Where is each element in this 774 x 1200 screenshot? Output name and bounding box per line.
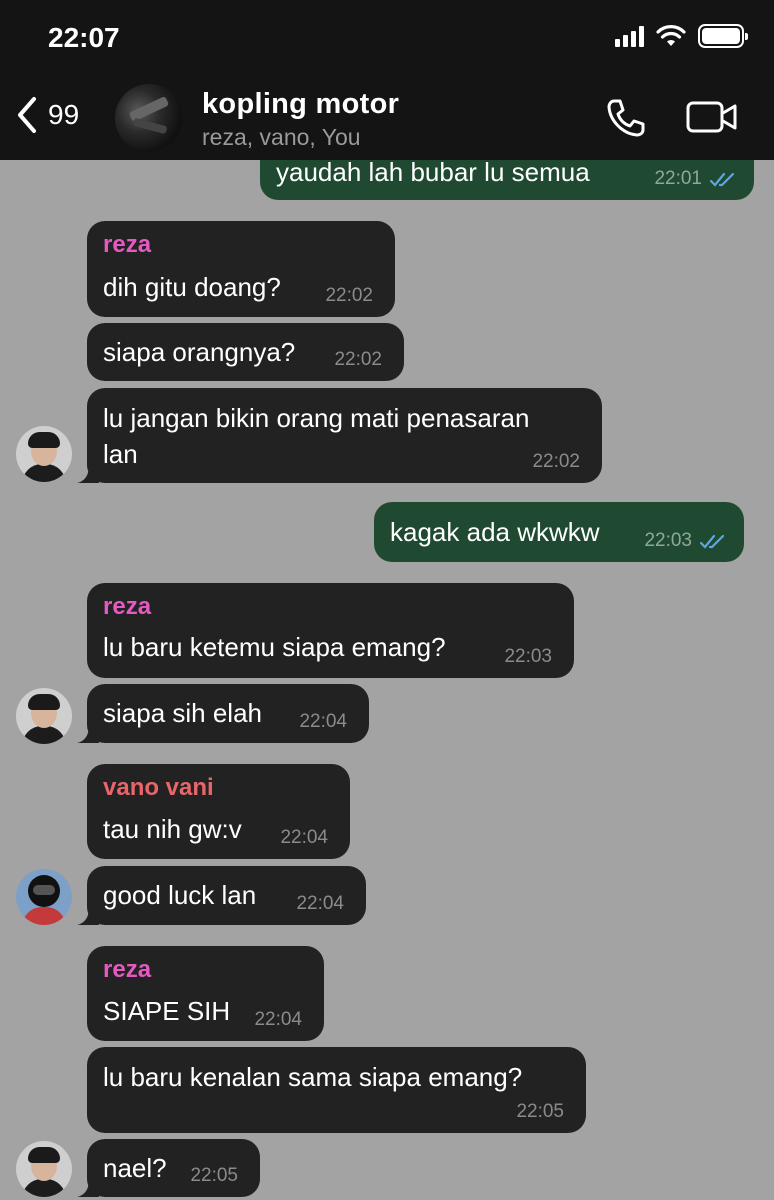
video-call-icon[interactable] [686,100,738,134]
battery-icon [698,24,748,48]
group-avatar[interactable] [115,84,183,152]
message-incoming[interactable]: lu jangan bikin orang mati penasaran lan… [77,388,602,483]
message-text: siapa orangnya? [103,337,296,367]
message-incoming[interactable]: reza SIAPE SIH 22:04 [87,946,324,1041]
sender-name[interactable]: reza [103,231,379,259]
message-time: 22:05 [516,1101,564,1122]
status-icons [615,24,748,48]
message-time: 22:03 [644,530,692,551]
bubble-tail [77,1175,99,1197]
back-button[interactable]: 99 [16,96,79,134]
avatar-reza[interactable] [16,688,72,744]
message-outgoing[interactable]: kagak ada wkwkw 22:03 [374,502,744,562]
chat-header: 22:07 99 kopling motor reza, vano, You [0,0,774,160]
sender-name[interactable]: vano vani [103,774,334,802]
message-time: 22:01 [654,168,702,189]
message-text: siapa sih elah [103,698,262,728]
message-incoming[interactable]: reza dih gitu doang? 22:02 [87,221,395,317]
message-time: 22:04 [280,827,328,848]
message-time: 22:02 [334,349,382,370]
avatar-vano[interactable] [16,869,72,925]
message-text: lu baru ketemu siapa emang? [103,632,446,662]
message-text: lu jangan bikin orang mati penasaran [103,403,530,433]
message-time: 22:03 [504,646,552,667]
message-text: good luck lan [103,880,257,910]
message-time: 22:02 [532,451,580,472]
message-text: yaudah lah bubar lu semua [276,157,590,187]
message-incoming[interactable]: nael? 22:05 [77,1139,260,1197]
phone-call-icon[interactable] [604,96,648,140]
message-incoming[interactable]: reza lu baru ketemu siapa emang? 22:03 [87,583,574,678]
avatar-reza[interactable] [16,426,72,482]
read-receipt-icon [700,534,725,549]
message-text: nael? [103,1153,167,1183]
message-incoming[interactable]: good luck lan 22:04 [77,866,366,925]
message-text-continued: lan [103,439,138,469]
message-time: 22:04 [254,1009,302,1030]
sender-name[interactable]: reza [103,956,308,984]
message-text: kagak ada wkwkw [390,517,600,547]
bubble-tail [77,721,99,743]
unread-count: 99 [48,99,80,130]
chat-title[interactable]: kopling motor [202,88,399,121]
bubble-tail [77,461,99,483]
message-incoming[interactable]: vano vani tau nih gw:v 22:04 [87,764,350,859]
cellular-signal-icon [615,25,644,47]
message-time: 22:04 [296,893,344,914]
message-text: dih gitu doang? [103,272,281,302]
message-text: tau nih gw:v [103,814,242,844]
read-receipt-icon [710,172,735,187]
bubble-tail [77,903,99,925]
message-incoming[interactable]: siapa sih elah 22:04 [77,684,369,743]
message-text: lu baru kenalan sama siapa emang? [103,1062,523,1092]
chat-members[interactable]: reza, vano, You [202,124,361,151]
message-time: 22:02 [325,285,373,306]
message-time: 22:05 [190,1165,238,1186]
message-time: 22:04 [299,711,347,732]
chevron-left-icon [18,97,36,133]
message-incoming[interactable]: siapa orangnya? 22:02 [87,323,404,381]
avatar-reza[interactable] [16,1141,72,1197]
message-incoming[interactable]: lu baru kenalan sama siapa emang? 22:05 [87,1047,586,1133]
wifi-icon [656,25,686,46]
status-time: 22:07 [48,22,120,53]
sender-name[interactable]: reza [103,593,558,621]
message-text: SIAPE SIH [103,996,231,1026]
